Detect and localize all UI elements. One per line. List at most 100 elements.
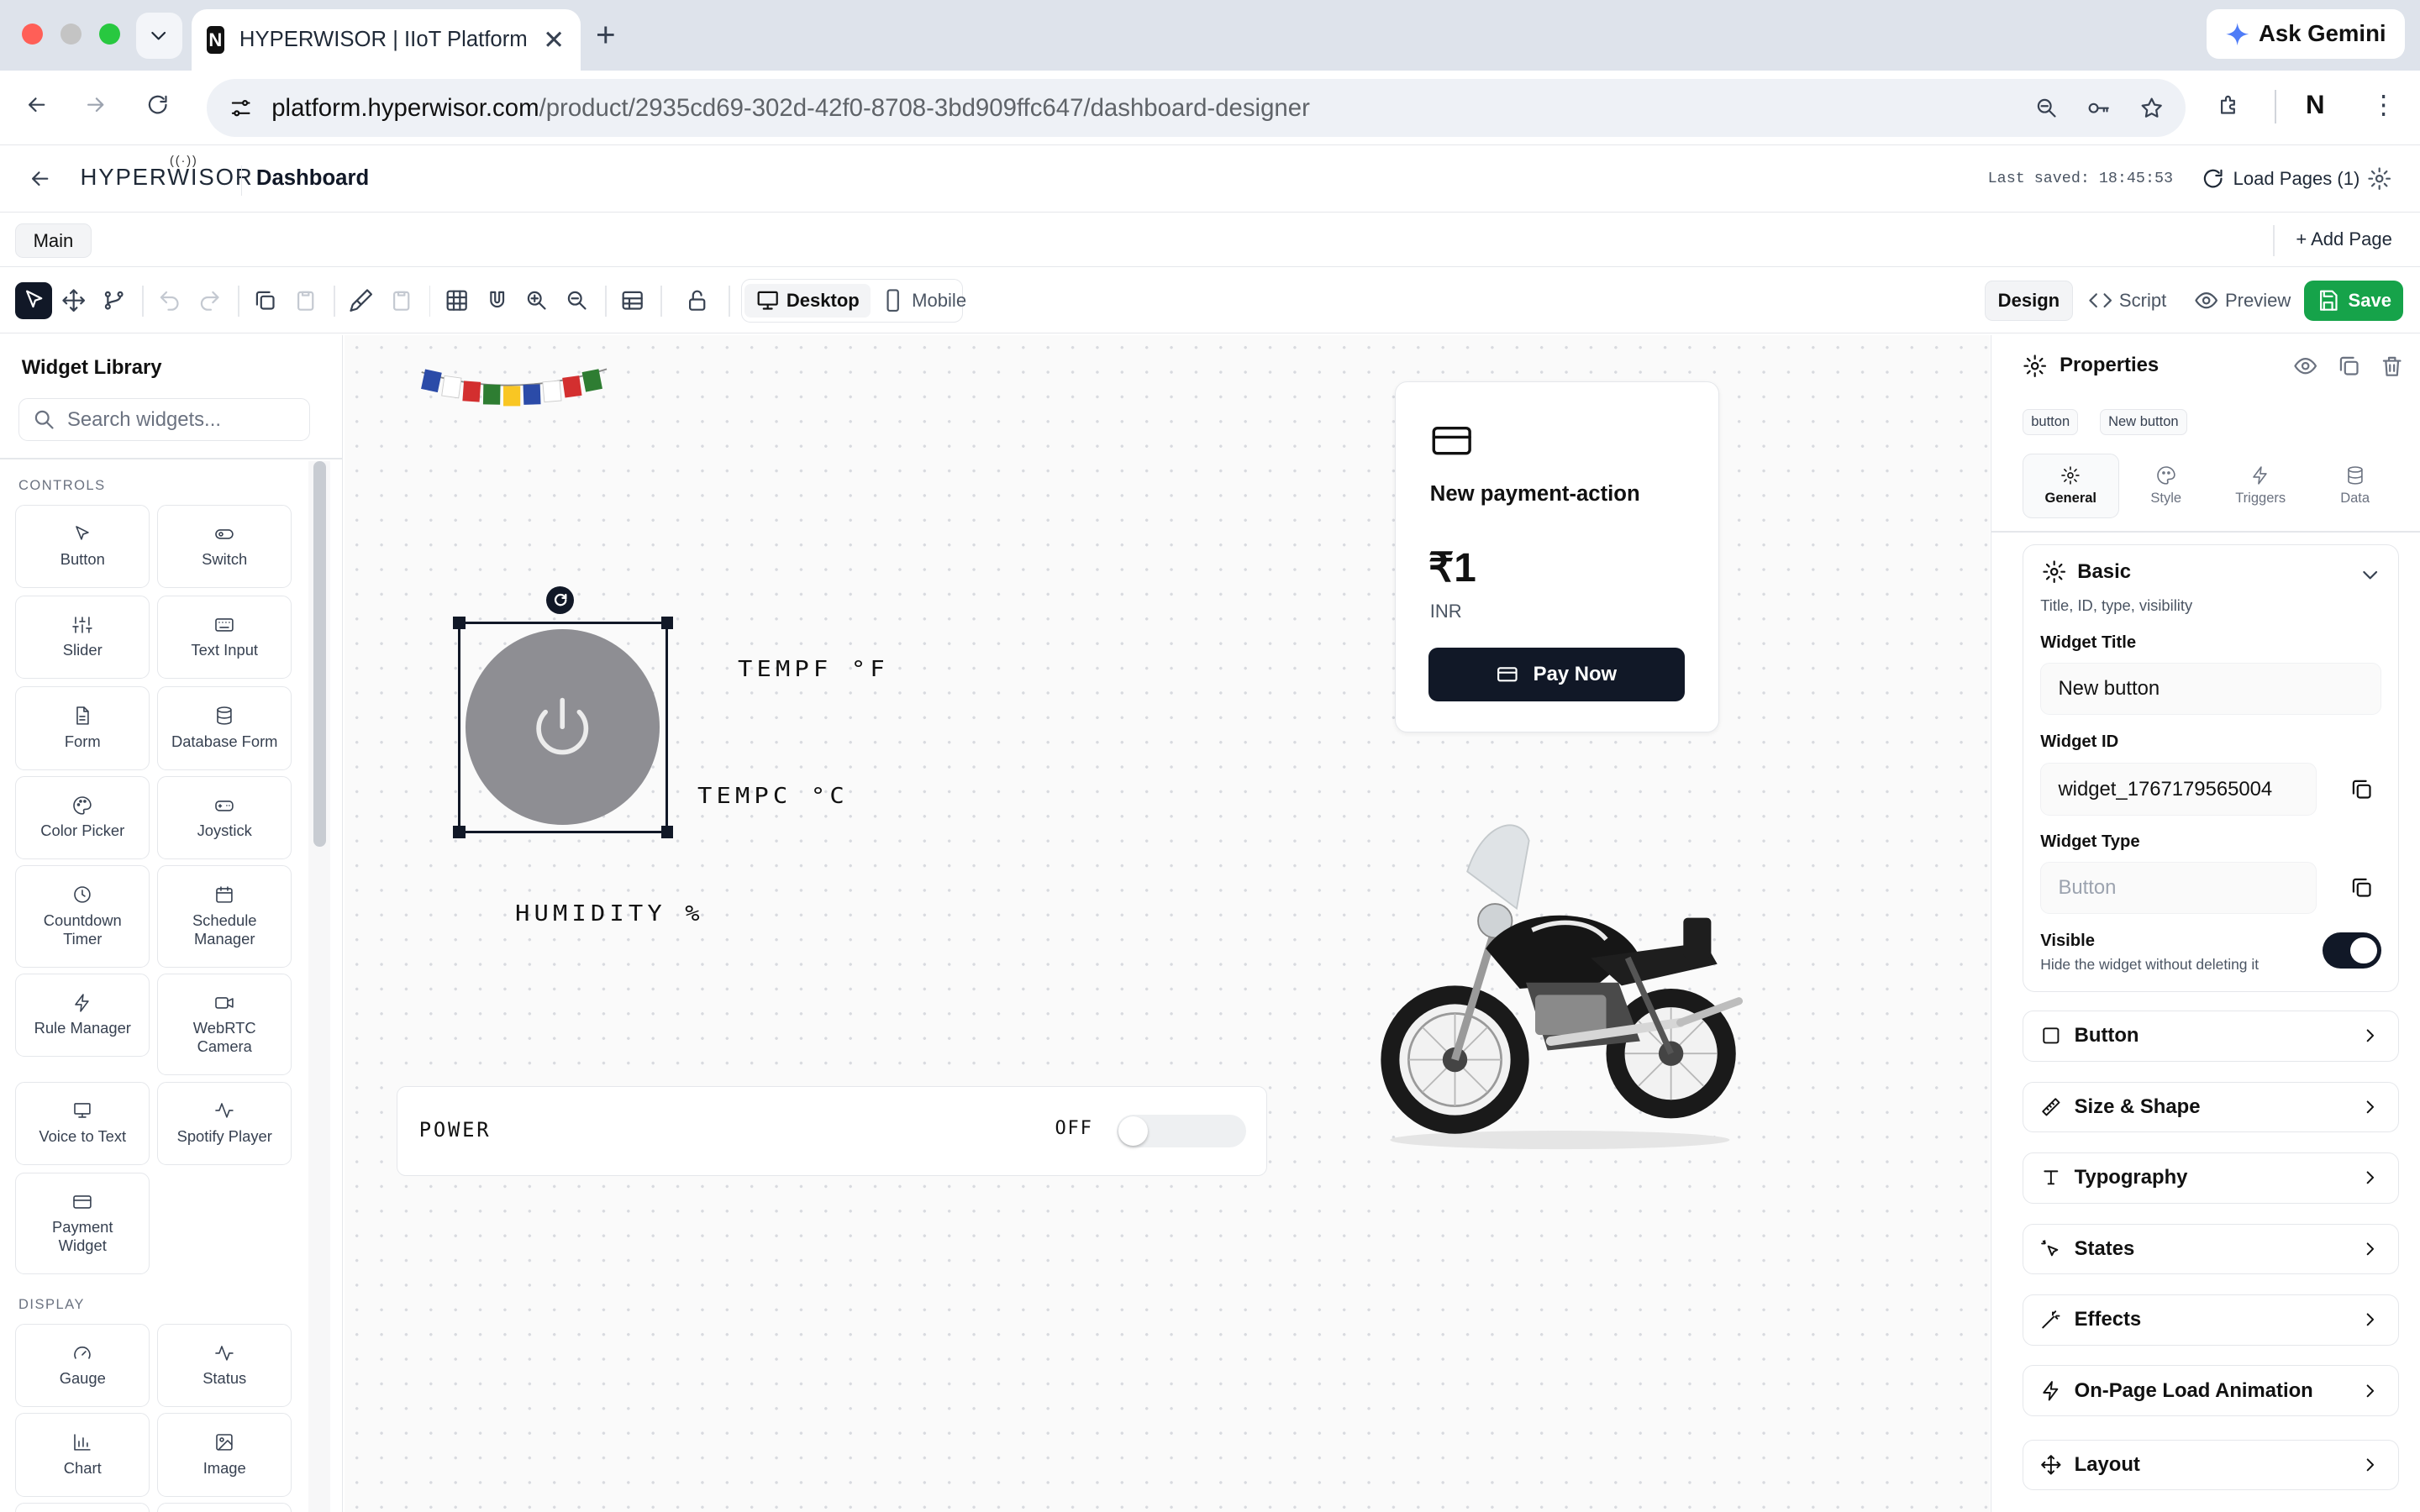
zoom-out-button[interactable] [559, 282, 596, 319]
power-button[interactable] [465, 628, 660, 825]
widget-partial[interactable] [157, 1502, 292, 1512]
widget-status[interactable]: Status [157, 1323, 292, 1408]
resize-handle[interactable] [660, 617, 674, 629]
power-switch-widget[interactable]: POWER OFF [397, 1086, 1267, 1176]
widget-slider[interactable]: Slider [15, 595, 150, 680]
widget-id-input[interactable]: widget_1767179565004 [2040, 763, 2317, 816]
section-size-shape[interactable]: Size & Shape [2023, 1081, 2400, 1133]
minimize-window-button[interactable] [60, 23, 82, 45]
close-tab-icon[interactable]: ✕ [543, 25, 565, 55]
password-key-icon[interactable] [2086, 96, 2111, 120]
prayer-flags-image[interactable] [418, 363, 613, 418]
site-settings-icon[interactable] [229, 96, 253, 120]
power-toggle[interactable] [1116, 1115, 1247, 1147]
humidity-label[interactable]: HUMIDITY % [515, 901, 704, 927]
copy-type-button[interactable] [2341, 868, 2381, 908]
bookmark-star-icon[interactable] [2139, 96, 2164, 120]
widget-button[interactable]: Button [15, 504, 150, 588]
preview-mode-button[interactable]: Preview [2182, 281, 2303, 321]
motorcycle-image[interactable] [1375, 810, 1745, 1158]
browser-menu-icon[interactable]: ⋮ [2370, 90, 2396, 120]
copy-button[interactable] [247, 282, 284, 319]
new-tab-button[interactable]: + [596, 15, 616, 55]
address-bar[interactable]: platform.hyperwisor.com/product/2935cd69… [207, 78, 2186, 138]
widget-gauge[interactable]: Gauge [15, 1323, 150, 1408]
section-effects[interactable]: Effects [2023, 1294, 2400, 1346]
mobile-view-button[interactable]: Mobile [871, 284, 977, 318]
rotate-handle[interactable] [546, 585, 575, 614]
resize-handle[interactable] [660, 826, 674, 838]
section-layout[interactable]: Layout [2023, 1439, 2400, 1491]
temp-f-label[interactable]: TEMPF °F [738, 657, 889, 682]
design-canvas[interactable]: TEMPF °F TEMPC °C HUMIDITY % POWER OFF N… [344, 334, 1990, 1512]
desktop-view-button[interactable]: Desktop [744, 283, 871, 318]
widget-countdown-timer[interactable]: Countdown Timer [15, 865, 150, 968]
connect-tool[interactable] [96, 282, 133, 319]
widget-schedule-manager[interactable]: Schedule Manager [157, 865, 292, 968]
widget-chart[interactable]: Chart [15, 1413, 150, 1497]
widget-joystick[interactable]: Joystick [157, 775, 292, 860]
load-pages-button[interactable]: Load Pages (1) [2201, 166, 2360, 191]
extensions-button[interactable] [2217, 92, 2241, 117]
resize-handle[interactable] [453, 826, 466, 838]
tab-data[interactable]: Data [2307, 454, 2402, 518]
tab-triggers[interactable]: Triggers [2213, 454, 2307, 518]
zoom-in-button[interactable] [518, 282, 555, 319]
widget-image[interactable]: Image [157, 1413, 292, 1497]
script-mode-button[interactable]: Script [2075, 281, 2178, 321]
reload-button[interactable] [145, 92, 170, 117]
undo-button[interactable] [151, 282, 188, 319]
widget-rule-manager[interactable]: Rule Manager [15, 973, 150, 1058]
selected-button-widget[interactable] [453, 617, 674, 838]
redo-button[interactable] [192, 282, 229, 319]
select-tool[interactable] [15, 282, 53, 320]
widget-payment[interactable]: Payment Widget [15, 1172, 150, 1275]
widget-text-input[interactable]: Text Input [157, 595, 292, 680]
section-states[interactable]: States [2023, 1223, 2400, 1275]
ask-gemini-button[interactable]: Ask Gemini [2206, 9, 2405, 59]
page-tab-main[interactable]: Main [15, 223, 92, 258]
grid-toggle-button[interactable] [439, 282, 476, 319]
clear-format-button[interactable] [383, 282, 420, 319]
resize-handle[interactable] [453, 617, 466, 629]
zoom-icon[interactable] [2034, 96, 2059, 120]
chevron-down-icon[interactable] [2358, 563, 2382, 587]
widget-database-form[interactable]: Database Form [157, 686, 292, 770]
browser-tab[interactable]: N HYPERWISOR | IIoT Platform ✕ [191, 9, 581, 71]
widget-voice-to-text[interactable]: Voice to Text [15, 1081, 150, 1165]
widget-form[interactable]: Form [15, 686, 150, 770]
duplicate-icon[interactable] [2337, 354, 2361, 378]
forward-button[interactable] [83, 92, 108, 117]
temp-c-label[interactable]: TEMPC °C [697, 784, 849, 809]
section-typography[interactable]: Typography [2023, 1152, 2400, 1204]
close-window-button[interactable] [21, 23, 44, 45]
app-back-button[interactable] [28, 166, 52, 191]
tab-search-button[interactable] [135, 12, 182, 59]
widget-spotify-player[interactable]: Spotify Player [157, 1081, 292, 1165]
copy-id-button[interactable] [2341, 769, 2381, 810]
table-button[interactable] [614, 282, 651, 319]
snap-button[interactable] [478, 282, 515, 319]
save-button[interactable]: Save [2304, 281, 2403, 322]
widget-partial[interactable] [15, 1502, 150, 1512]
notion-extension-icon[interactable]: N [2306, 90, 2325, 120]
widget-color-picker[interactable]: Color Picker [15, 775, 150, 860]
visible-toggle[interactable] [2323, 932, 2382, 969]
basic-header[interactable]: Basic [2042, 559, 2131, 584]
format-painter-button[interactable] [343, 282, 380, 319]
settings-button[interactable] [2367, 166, 2391, 191]
payment-widget[interactable]: New payment-action ₹1 INR Pay Now [1395, 381, 1720, 733]
lock-button[interactable] [679, 282, 716, 319]
eye-icon[interactable] [2293, 354, 2317, 378]
widget-switch[interactable]: Switch [157, 504, 292, 588]
trash-icon[interactable] [2380, 354, 2404, 378]
paste-button[interactable] [287, 282, 324, 319]
tab-general[interactable]: General [2023, 453, 2119, 519]
add-page-button[interactable]: + Add Page [2296, 228, 2392, 250]
section-load-animation[interactable]: On-Page Load Animation [2023, 1365, 2400, 1417]
widget-title-input[interactable]: New button [2040, 662, 2382, 716]
tab-style[interactable]: Style [2119, 454, 2213, 518]
sidebar-scrollbar[interactable] [313, 461, 326, 848]
pay-now-button[interactable]: Pay Now [1428, 647, 1685, 701]
maximize-window-button[interactable] [98, 23, 121, 45]
